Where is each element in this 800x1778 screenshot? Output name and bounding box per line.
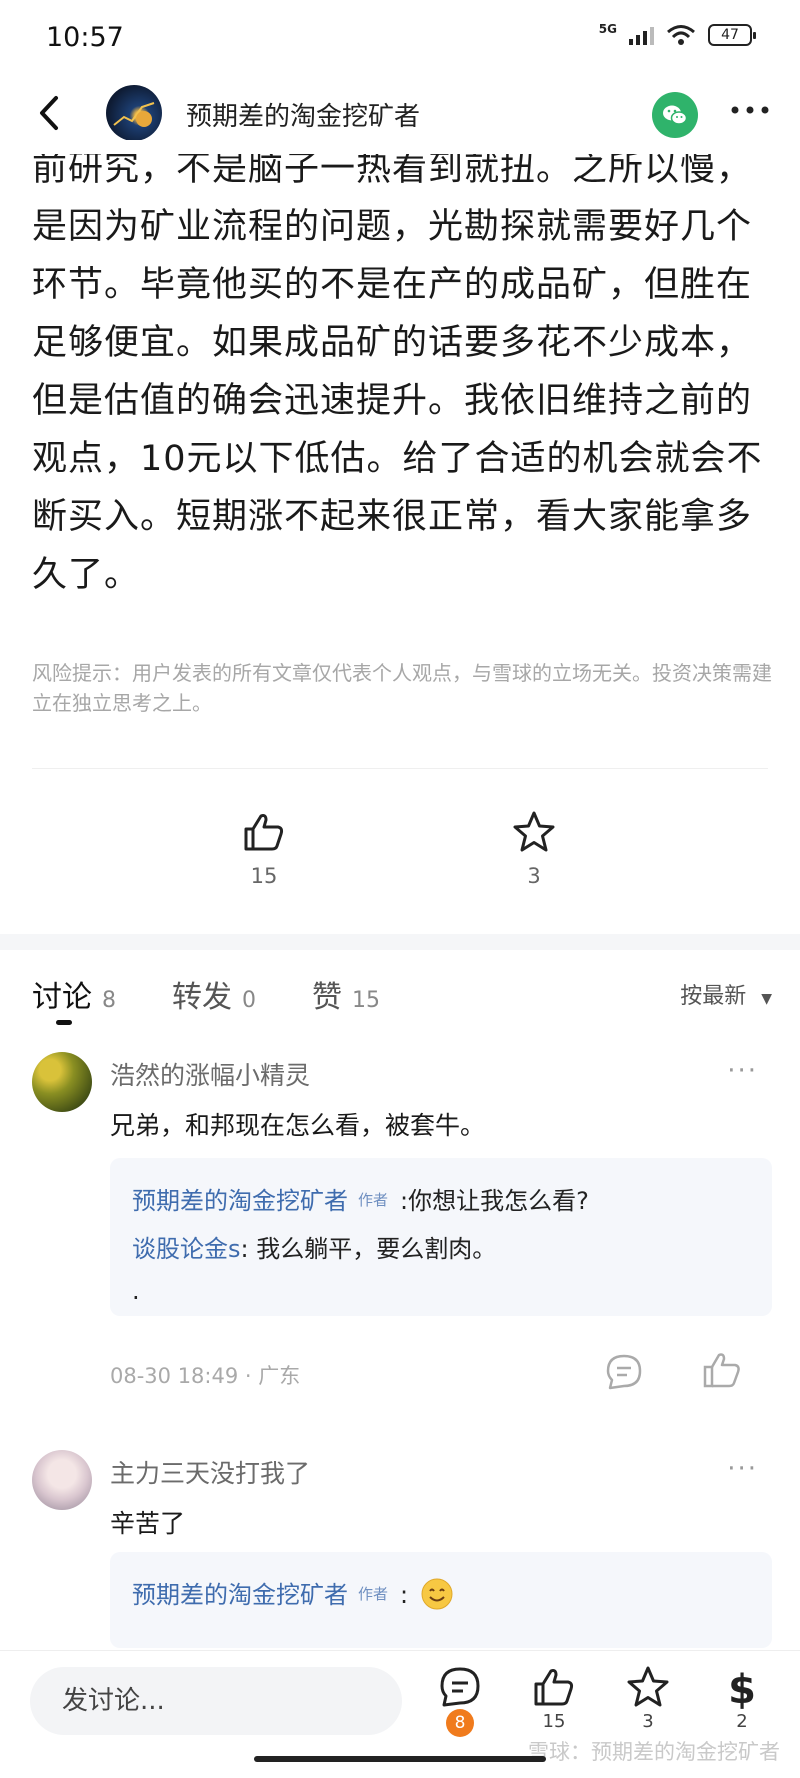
watermark: 雪球：预期差的淘金挖矿者 bbox=[528, 1740, 780, 1764]
scroll-clip bbox=[0, 140, 800, 154]
article-line: 环节。毕竟他买的不是在产的成品矿，但胜在 bbox=[32, 265, 753, 305]
tab-discussion[interactable]: 讨论 8 bbox=[32, 972, 116, 1016]
reply-thread[interactable]: 预期差的淘金挖矿者 作者 :你想让我怎么看? 谈股论金s: 我么躺平，要么割肉。 . bbox=[110, 1158, 772, 1316]
tab-repost[interactable]: 转发 0 bbox=[172, 972, 256, 1016]
reply-text: : 我么躺平，要么割肉。 bbox=[240, 1235, 497, 1263]
reward-count: 2 bbox=[736, 1711, 748, 1732]
author-avatar[interactable] bbox=[106, 85, 162, 141]
risk-notice: 风险提示：用户发表的所有文章仅代表个人观点，与雪球的立场无关。投资决策需建立在独… bbox=[32, 661, 772, 715]
comment-text: 辛苦了 bbox=[110, 1509, 186, 1538]
svg-text:$: $ bbox=[728, 1667, 756, 1709]
comment-count-badge: 8 bbox=[446, 1709, 474, 1737]
article-line: 观点，10元以下低估。给了合适的机会就会不 bbox=[32, 439, 763, 479]
back-arrow-icon[interactable] bbox=[28, 90, 74, 136]
comment-item: 主力三天没打我了 ··· 辛苦了 预期差的淘金挖矿者 作者: bbox=[32, 1450, 772, 1648]
wechat-share-button[interactable] bbox=[652, 92, 698, 138]
comment-more-icon[interactable]: ··· bbox=[727, 1058, 758, 1084]
commenter-name[interactable]: 浩然的涨幅小精灵 bbox=[110, 1056, 310, 1092]
tab-count: 0 bbox=[242, 988, 256, 1013]
article-line: 足够便宜。如果成品矿的话要多花不少成本， bbox=[32, 323, 753, 363]
reply-icon[interactable] bbox=[604, 1352, 644, 1392]
comment-meta: 08-30 18:49 · 广东 bbox=[110, 1360, 300, 1390]
reward-button[interactable]: $ 2 bbox=[712, 1665, 772, 1732]
active-tab-indicator bbox=[56, 1020, 72, 1025]
reply-line: 谈股论金s: 我么躺平，要么割肉。 bbox=[132, 1225, 750, 1273]
status-icons: 5G 47 bbox=[598, 22, 756, 46]
favorite-action[interactable]: 3 bbox=[494, 810, 574, 888]
article-line: 但是估值的确会迅速提升。我依旧维持之前的 bbox=[32, 381, 753, 421]
favorite-button[interactable]: 3 bbox=[618, 1665, 678, 1732]
reply-line: . bbox=[132, 1277, 140, 1305]
commenter-name[interactable]: 主力三天没打我了 bbox=[110, 1454, 310, 1490]
comment-location: 广东 bbox=[258, 1364, 301, 1388]
like-action[interactable]: 15 bbox=[224, 810, 304, 888]
author-name[interactable]: 预期差的淘金挖矿者 bbox=[186, 96, 420, 133]
comment-text: 兄弟，和邦现在怎么看，被套牛。 bbox=[110, 1111, 486, 1140]
reply-line: 预期差的淘金挖矿者 作者: bbox=[132, 1570, 750, 1619]
comment-more-icon[interactable]: ··· bbox=[727, 1456, 758, 1482]
article-line: 断买入。短期涨不起来很正常，看大家能拿多 bbox=[32, 497, 753, 537]
sort-label: 按最新 bbox=[680, 984, 747, 1009]
comment-time: 08-30 18:49 bbox=[110, 1364, 239, 1388]
signal-icon bbox=[629, 25, 654, 45]
status-time: 10:57 bbox=[46, 22, 124, 53]
reply-line: 预期差的淘金挖矿者 作者 :你想让我怎么看? bbox=[132, 1176, 750, 1225]
article-line: 久了。 bbox=[32, 555, 141, 595]
reply-thread[interactable]: 预期差的淘金挖矿者 作者: bbox=[110, 1552, 772, 1648]
reply-text: :你想让我怎么看? bbox=[400, 1187, 589, 1215]
comment-item: 浩然的涨幅小精灵 ··· 兄弟，和邦现在怎么看，被套牛。 预期差的淘金挖矿者 作者… bbox=[32, 1052, 772, 1412]
thumbs-up-icon bbox=[534, 1669, 574, 1706]
section-divider bbox=[0, 934, 800, 950]
author-badge: 作者 bbox=[358, 1585, 389, 1603]
sort-dropdown[interactable]: 按最新 ▼ bbox=[680, 978, 772, 1010]
favorite-count: 3 bbox=[527, 864, 541, 888]
smile-emoji-icon bbox=[421, 1578, 453, 1610]
bull-chart-icon bbox=[113, 102, 155, 127]
discussion-tabs: 讨论 8 转发 0 赞 15 按最新 ▼ bbox=[32, 972, 772, 1025]
commenter-avatar[interactable] bbox=[32, 1450, 92, 1510]
status-bar: 10:57 5G 47 bbox=[0, 0, 800, 80]
home-indicator bbox=[254, 1756, 546, 1762]
tab-label: 讨论 bbox=[32, 980, 92, 1015]
tab-likes[interactable]: 赞 15 bbox=[312, 972, 380, 1016]
reply-author[interactable]: 预期差的淘金挖矿者 bbox=[132, 1581, 348, 1609]
favorite-count: 3 bbox=[642, 1711, 654, 1732]
more-options-icon[interactable] bbox=[728, 100, 772, 120]
meta-separator: · bbox=[244, 1364, 259, 1388]
tab-label: 转发 bbox=[172, 980, 232, 1015]
wifi-icon bbox=[667, 25, 695, 45]
article-line: 是因为矿业流程的问题，光勘探就需要好几个 bbox=[32, 207, 753, 247]
dollar-icon: $ bbox=[728, 1667, 756, 1709]
network-type: 5G bbox=[598, 22, 617, 36]
thumbs-up-icon bbox=[244, 814, 284, 851]
divider bbox=[32, 768, 768, 769]
discussion-input[interactable]: 发讨论... bbox=[30, 1667, 402, 1735]
tab-count: 8 bbox=[102, 988, 116, 1013]
like-count: 15 bbox=[542, 1711, 566, 1732]
comment-button[interactable]: 8 bbox=[430, 1665, 490, 1737]
comment-like-icon[interactable] bbox=[702, 1350, 742, 1390]
reply-author[interactable]: 谈股论金s bbox=[132, 1235, 241, 1263]
wechat-icon bbox=[663, 105, 688, 125]
reply-author[interactable]: 预期差的淘金挖矿者 bbox=[132, 1187, 348, 1215]
reply-text: : bbox=[400, 1581, 409, 1609]
star-icon bbox=[513, 811, 555, 852]
author-badge: 作者 bbox=[358, 1191, 389, 1209]
article-body: 前研究，不是脑子一热看到就扭。之所以慢， 是因为矿业流程的问题，光勘探就需要好几… bbox=[32, 140, 772, 604]
comment-icon bbox=[440, 1667, 480, 1707]
tab-label: 赞 bbox=[312, 980, 342, 1015]
like-count: 15 bbox=[250, 864, 278, 888]
tab-count: 15 bbox=[352, 988, 380, 1013]
like-button[interactable]: 15 bbox=[524, 1665, 584, 1732]
caret-down-icon: ▼ bbox=[761, 991, 772, 1007]
commenter-avatar[interactable] bbox=[32, 1052, 92, 1112]
battery-icon: 47 bbox=[708, 24, 756, 46]
star-icon bbox=[627, 1666, 669, 1707]
